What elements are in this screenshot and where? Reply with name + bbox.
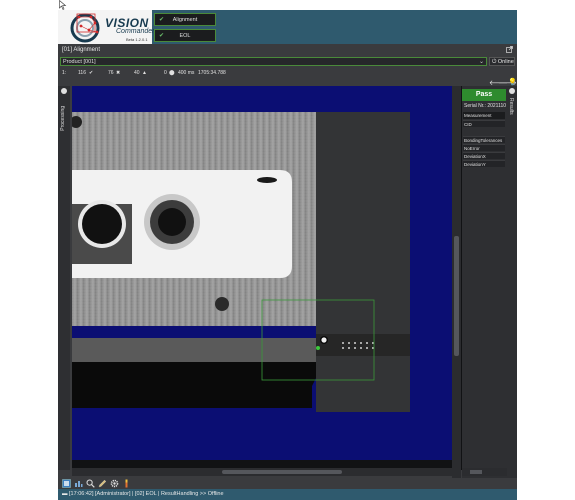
serial-value: 2021110: [487, 103, 507, 109]
measurement-row[interactable]: BondingTolerances: [463, 136, 505, 143]
step-tab-label: EOL: [179, 33, 191, 39]
step-tab-eol[interactable]: ✔ EOL: [154, 29, 216, 42]
logo-mark-icon: [70, 13, 100, 43]
chart-icon[interactable]: [74, 479, 83, 488]
popout-icon[interactable]: [506, 46, 513, 53]
dark-mark: [257, 177, 277, 183]
circle-icon: ⬤: [169, 70, 175, 76]
panel-title-bar: [01] Alignment: [58, 44, 517, 56]
measurement-header: Measurement: [463, 112, 505, 119]
image-viewer[interactable]: [70, 86, 462, 470]
online-button[interactable]: ⏻ Online: [489, 57, 515, 66]
stats-index: 1:: [62, 70, 67, 76]
error-count: 76: [108, 70, 114, 76]
ok-count: 116: [78, 70, 86, 76]
hole-right: [158, 208, 186, 236]
edit-icon[interactable]: [98, 479, 107, 488]
expand-button[interactable]: [61, 88, 67, 94]
results-panel: Pass Serial Nr.: 2021110 Measurement CID…: [462, 86, 507, 478]
warning-count: 40: [134, 70, 140, 76]
processing-tab-label: Processing: [60, 106, 66, 131]
serial-label: Serial Nr.:: [464, 103, 486, 109]
measurement-row[interactable]: CID: [463, 120, 505, 127]
horizontal-scrollbar[interactable]: [72, 468, 452, 476]
stats-timestamp: 1705:34.788: [198, 70, 226, 76]
status-text: [17:06:42] [Administrator] | [02] EOL | …: [69, 491, 224, 497]
processing-side-tab[interactable]: Processing: [58, 86, 70, 470]
results-tab-label: Results: [508, 98, 514, 115]
results-side-tab[interactable]: Results: [507, 86, 517, 478]
measurement-row[interactable]: NoError: [463, 144, 505, 151]
logo: VISION Commander Beta 1.2.0.1: [58, 10, 155, 44]
online-label: Online: [497, 59, 514, 65]
warning-icon: ▲: [142, 70, 147, 76]
panel-title: [01] Alignment: [62, 47, 101, 53]
dark-component: [316, 112, 410, 412]
lightbulb-icon[interactable]: 💡: [508, 78, 517, 86]
serial-number: Serial Nr.: 2021110: [464, 103, 506, 109]
results-horizontal-scrollbar[interactable]: [462, 468, 507, 476]
zero-count: 0: [164, 70, 167, 76]
gear-icon[interactable]: [110, 479, 119, 488]
ledge: [72, 338, 316, 362]
check-icon: ✔: [89, 70, 94, 76]
logo-version: Beta 1.2.0.1: [126, 37, 148, 42]
vertical-scrollbar[interactable]: [452, 86, 461, 478]
product-select[interactable]: Product [001] ⌄: [60, 57, 487, 66]
measurement-row[interactable]: DeviationX: [463, 152, 505, 159]
product-select-value: Product [001]: [63, 59, 96, 65]
measurement-row[interactable]: DeviationY: [463, 160, 505, 167]
cycle-time: 400 ms: [178, 70, 195, 76]
step-tab-label: Alignment: [172, 17, 198, 23]
statistics-bar: 1: 116 ✔ 76 ✖ 40 ▲ 0 ⬤ 400 ms 1705:34.78…: [58, 68, 517, 78]
image-view-icon[interactable]: [62, 479, 71, 488]
screw-hole: [215, 297, 229, 311]
camera-image: [70, 86, 462, 470]
bottom-toolbar: [58, 478, 517, 489]
step-tab-alignment[interactable]: ✔ Alignment: [154, 13, 216, 26]
expand-button[interactable]: [509, 88, 515, 94]
result-status-badge: Pass: [462, 89, 506, 101]
status-icon: ▬: [62, 491, 68, 497]
chevron-down-icon: ⌄: [478, 59, 484, 65]
power-icon: ⏻: [492, 59, 497, 65]
application-window: VISION Commander Beta 1.2.0.1 ✔ Alignmen…: [58, 10, 517, 500]
app-header: VISION Commander Beta 1.2.0.1 ✔ Alignmen…: [58, 10, 517, 44]
hole-left: [82, 204, 122, 244]
error-x-icon: ✖: [116, 70, 121, 76]
signal-icon[interactable]: [122, 479, 131, 488]
logo-subtitle: Commander: [116, 28, 155, 35]
search-icon[interactable]: [86, 479, 95, 488]
dark-base: [72, 356, 316, 408]
status-bar: ▬ [17:06:42] [Administrator] | [02] EOL …: [58, 489, 517, 500]
result-status-text: Pass: [475, 91, 493, 98]
mouse-cursor-icon: [59, 0, 67, 10]
